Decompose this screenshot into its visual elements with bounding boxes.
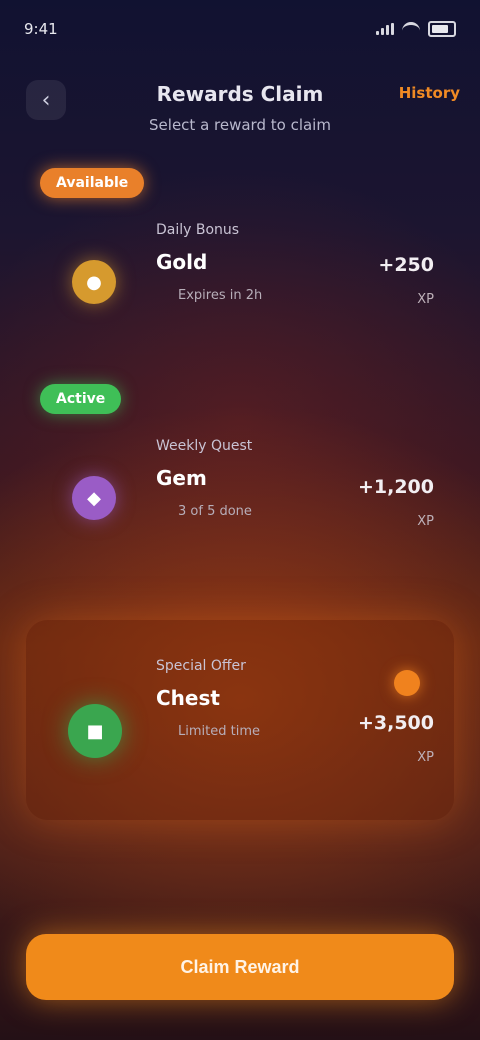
card-amount: +250 — [378, 254, 434, 276]
card-meta: Limited time — [178, 724, 260, 739]
card-meta: 3 of 5 done — [178, 504, 252, 519]
card-label: Weekly Quest — [156, 438, 253, 454]
wifi-icon — [402, 21, 420, 37]
card-value: +1,200 XP — [358, 476, 434, 529]
reward-card[interactable]: ● Daily Bonus Gold Expires in 2h +250 XP — [26, 212, 454, 362]
page-subtitle: Select a reward to claim — [149, 116, 331, 134]
reward-card[interactable]: ◆ Weekly Quest Gem 3 of 5 done +1,200 XP — [26, 428, 454, 578]
card-info: Weekly Quest Gem 3 of 5 done — [156, 438, 334, 519]
chest-icon: ■ — [68, 704, 122, 758]
signal-icon — [376, 23, 394, 35]
card-name: Gold — [156, 250, 208, 274]
page-title: Rewards Claim — [156, 82, 324, 106]
card-name: Chest — [156, 686, 220, 710]
section-pill-available: Available — [40, 168, 145, 198]
header: ‹ Rewards Claim Select a reward to claim… — [20, 74, 460, 164]
gem-icon: ◆ — [72, 476, 116, 520]
card-sub: XP — [417, 514, 434, 529]
card-value: +250 XP — [378, 254, 434, 307]
battery-icon — [428, 21, 456, 37]
back-button[interactable]: ‹ — [26, 80, 66, 120]
status-right — [376, 21, 456, 37]
card-label: Special Offer — [156, 658, 246, 674]
card-amount: +3,500 — [357, 712, 434, 734]
claim-button[interactable]: Claim Reward — [26, 934, 454, 1000]
card-info: Special Offer Chest Limited time — [156, 658, 334, 739]
history-link[interactable]: History — [399, 84, 460, 102]
section-pill-active: Active — [40, 384, 122, 414]
selected-indicator-icon — [394, 670, 420, 696]
card-name: Gem — [156, 466, 207, 490]
coin-icon: ● — [72, 260, 116, 304]
reward-card-selected[interactable]: ■ Special Offer Chest Limited time +3,50… — [26, 620, 454, 820]
card-sub: XP — [417, 292, 434, 307]
status-left: 9:41 — [24, 20, 58, 38]
card-info: Daily Bonus Gold Expires in 2h — [156, 222, 334, 303]
back-icon: ‹ — [41, 87, 51, 113]
status-time: 9:41 — [24, 20, 58, 38]
card-amount: +1,200 — [357, 476, 434, 498]
card-sub: XP — [417, 750, 434, 765]
card-value: +3,500 XP — [358, 670, 434, 765]
title-wrap: Rewards Claim Select a reward to claim — [120, 82, 360, 134]
status-bar: 9:41 — [24, 14, 456, 44]
card-meta: Expires in 2h — [178, 288, 263, 303]
card-label: Daily Bonus — [156, 222, 240, 238]
